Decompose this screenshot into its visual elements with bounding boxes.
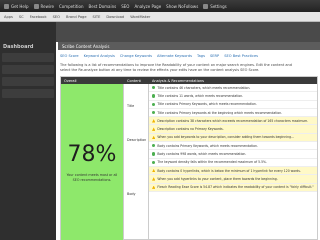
- adminbar-label: Competition: [59, 3, 84, 9]
- recommendation-text: Title contains Primary keywords at the b…: [157, 110, 283, 115]
- recommendation-text: Flesch Reading Ease Score is 54.87 which…: [157, 185, 314, 190]
- header-overall: Overall: [64, 78, 77, 83]
- recommendation-row: Flesch Reading Ease Score is 54.87 which…: [149, 183, 317, 192]
- tab-tags[interactable]: Tags: [197, 54, 205, 58]
- tab-change-keywords[interactable]: Change Keywords: [120, 54, 152, 58]
- bookmark-item[interactable]: Brand Page: [66, 15, 87, 19]
- intro-text: The following is a list of recommendatio…: [60, 63, 292, 72]
- recommendation-row: Body contains Primary Keywords, which me…: [149, 142, 317, 151]
- sidebar-item[interactable]: [2, 65, 54, 74]
- check-icon: [152, 110, 156, 115]
- recommendations-list: Title contains 46 characters, which meet…: [149, 84, 317, 240]
- bookmark-item[interactable]: Download: [106, 15, 124, 19]
- bookmark-item[interactable]: SC: [19, 15, 24, 19]
- bookmark-item[interactable]: SITE: [93, 15, 101, 19]
- recommendation-text: The keyword density falls within the rec…: [157, 160, 267, 165]
- recommendation-text: Title contains 46 characters, which meet…: [157, 85, 251, 90]
- wordpress-icon: [4, 3, 9, 9]
- adminbar-item[interactable]: SEO: [121, 4, 129, 9]
- tab-seo-best-practices[interactable]: SEO Best Practices: [224, 54, 258, 58]
- recommendation-text: Title contains 11 words, which meets rec…: [157, 93, 244, 98]
- bookmark-item[interactable]: Facebook: [30, 15, 47, 19]
- check-icon: [152, 94, 156, 98]
- plugin-title: Scribe Content Analysis: [58, 42, 320, 50]
- adminbar-item[interactable]: Rewire: [33, 3, 54, 9]
- admin-sidebar: Dashboard: [0, 22, 56, 240]
- check-icon: [152, 144, 156, 148]
- warning-icon: [152, 168, 156, 173]
- analysis-panel: SEO Score Keyword Analysis Change Keywor…: [58, 52, 320, 240]
- check-icon: [152, 152, 156, 156]
- section-description: Description: [127, 138, 147, 142]
- recommendation-row: Title contains Primary Keywords, which m…: [149, 101, 317, 109]
- check-icon: [152, 85, 156, 90]
- analysis-table: Overall Content Analysis & Recommendatio…: [60, 76, 318, 240]
- adminbar-label: Settings: [210, 3, 227, 9]
- adminbar-item[interactable]: Show NoFollows: [166, 4, 198, 9]
- analysis-tabs: SEO Score Keyword Analysis Change Keywor…: [58, 52, 320, 60]
- header-content: Content: [127, 78, 141, 83]
- check-icon: [152, 102, 156, 106]
- adminbar-item[interactable]: Settings: [203, 3, 227, 9]
- adminbar-label: Show NoFollows: [166, 3, 199, 9]
- adminbar-item[interactable]: Analyze Page: [134, 4, 161, 9]
- recommendation-row: When you add hyperlinks to your content,…: [149, 175, 317, 184]
- sidebar-brand[interactable]: Dashboard: [0, 22, 56, 50]
- tab-keyword-analysis[interactable]: Keyword Analysis: [84, 54, 115, 58]
- recommendation-row: Description contains 38 characters which…: [149, 117, 317, 126]
- adminbar-item[interactable]: Get Help: [4, 3, 29, 9]
- recommendation-text: When you add hyperlinks to your content,…: [157, 176, 278, 181]
- recommendation-row: When you add keywords to your descriptio…: [149, 133, 317, 143]
- sidebar-item[interactable]: [2, 53, 54, 62]
- seo-score: 78%: [67, 142, 117, 167]
- section-title: Title: [127, 104, 135, 108]
- recommendation-row: Title contains Primary keywords at the b…: [149, 109, 317, 118]
- table-header: Overall Content Analysis & Recommendatio…: [61, 77, 317, 84]
- recommendation-text: Body contains 0 hyperlinks, which is bel…: [157, 168, 301, 173]
- recommendation-row: Body contains 0 hyperlinks, which is bel…: [149, 166, 317, 176]
- section-body: Body: [127, 192, 136, 196]
- bookmark-item[interactable]: Apps: [4, 15, 13, 19]
- adminbar-item[interactable]: Best Domains: [88, 4, 116, 9]
- adminbar-label: Analyze Page: [134, 3, 162, 9]
- warning-icon: [152, 119, 156, 123]
- adminbar-label: Get Help: [11, 3, 29, 9]
- gear-icon: [203, 3, 209, 9]
- bookmark-item[interactable]: SEO: [53, 15, 60, 19]
- menu-icon: [33, 3, 39, 9]
- warning-icon: [152, 127, 156, 131]
- recommendation-row: Title contains 11 words, which meets rec…: [149, 92, 317, 101]
- adminbar-label: Best Domains: [88, 3, 117, 9]
- recommendation-text: Title contains Primary Keywords, which m…: [157, 102, 257, 107]
- admin-bar: Get Help Rewire Competition Best Domains…: [0, 0, 320, 12]
- header-analysis: Analysis & Recommendations: [152, 78, 204, 83]
- warning-icon: [152, 177, 156, 181]
- recommendation-row: Description contains no Primary Keywords…: [149, 125, 317, 134]
- warning-icon: [152, 135, 156, 140]
- recommendation-row: The keyword density falls within the rec…: [149, 159, 317, 167]
- recommendation-row: Body contains 998 words, which meets rec…: [149, 150, 317, 159]
- adminbar-label: SEO: [121, 3, 130, 9]
- adminbar-item[interactable]: Competition: [59, 4, 83, 9]
- recommendation-text: Body contains Primary Keywords, which me…: [157, 143, 258, 148]
- sidebar-item[interactable]: [2, 77, 54, 86]
- score-caption: Your content meets most or all SEO recom…: [66, 173, 118, 182]
- tab-serp[interactable]: SERP: [210, 54, 219, 58]
- recommendation-text: Description contains 38 characters which…: [157, 118, 309, 123]
- bookmark-item[interactable]: WordMaker: [130, 15, 150, 19]
- recommendation-text: Body contains 998 words, which meets rec…: [157, 152, 247, 157]
- content-column: Title Description Body: [124, 84, 149, 240]
- adminbar-label: Rewire: [40, 3, 54, 9]
- tab-alternate-keywords[interactable]: Alternate Keywords: [157, 54, 192, 58]
- recommendation-text: Description contains no Primary Keywords…: [157, 127, 224, 132]
- recommendation-row: Title contains 46 characters, which meet…: [149, 84, 317, 93]
- overall-score-cell: 78% Your content meets most or all SEO r…: [61, 84, 124, 240]
- tab-seo-score[interactable]: SEO Score: [60, 54, 79, 58]
- sidebar-item[interactable]: [2, 89, 54, 98]
- recommendation-text: When you add keywords to your descriptio…: [157, 135, 295, 140]
- warning-icon: [152, 185, 156, 189]
- check-icon: [152, 160, 156, 165]
- bookmarks-bar: Apps SC Facebook SEO Brand Page SITE Dow…: [0, 12, 320, 22]
